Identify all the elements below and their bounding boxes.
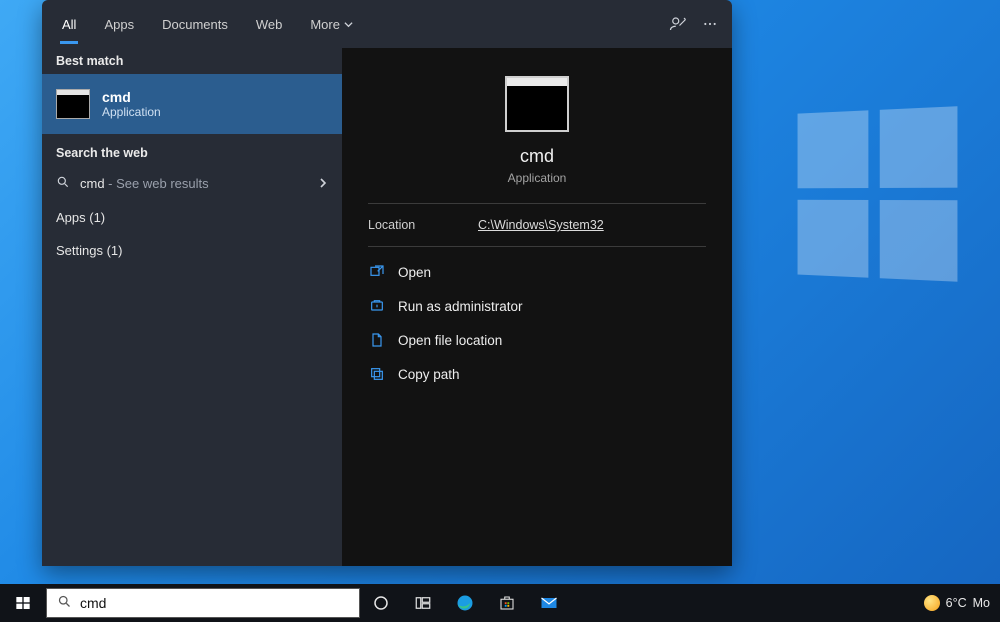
search-scope-tabs: All Apps Documents Web More (42, 0, 732, 48)
weather-sun-icon (924, 595, 940, 611)
action-copy-path[interactable]: Copy path (342, 357, 732, 391)
section-search-web: Search the web (42, 140, 342, 166)
taskbar-store-icon[interactable] (486, 584, 528, 622)
search-icon (56, 175, 70, 192)
taskbar: 6°C Mo (0, 584, 1000, 622)
app-subtitle: Application (342, 171, 732, 185)
taskbar-search-input[interactable] (80, 595, 349, 611)
action-run-as-admin[interactable]: Run as administrator (342, 289, 732, 323)
action-open-file-location-label: Open file location (398, 333, 502, 348)
desktop-windows-logo (798, 106, 960, 284)
location-label: Location (368, 218, 438, 232)
folder-icon (368, 331, 386, 349)
web-result-suffix: - See web results (105, 176, 209, 191)
location-value[interactable]: C:\Windows\System32 (478, 218, 604, 232)
more-options-icon[interactable] (694, 8, 726, 40)
windows-logo-icon (15, 595, 31, 611)
best-match-subtitle: Application (102, 105, 161, 119)
settings-group-row[interactable]: Settings (1) (42, 234, 342, 267)
start-search-flyout: All Apps Documents Web More Best match c… (42, 0, 732, 566)
taskbar-search-box[interactable] (46, 588, 360, 618)
search-icon (57, 594, 72, 612)
tab-more-label: More (310, 17, 340, 32)
action-open-file-location[interactable]: Open file location (342, 323, 732, 357)
best-match-title: cmd (102, 89, 161, 105)
settings-group-label: Settings (1) (56, 243, 122, 258)
taskbar-edge-icon[interactable] (444, 584, 486, 622)
apps-group-label: Apps (1) (56, 210, 105, 225)
chevron-down-icon (344, 17, 353, 32)
app-title: cmd (342, 146, 732, 167)
action-open-label: Open (398, 265, 431, 280)
taskbar-mail-icon[interactable] (528, 584, 570, 622)
action-copy-path-label: Copy path (398, 367, 460, 382)
weather-label: Mo (973, 596, 990, 610)
start-button[interactable] (0, 584, 46, 622)
weather-temp: 6°C (946, 596, 967, 610)
action-open[interactable]: Open (342, 255, 732, 289)
location-row: Location C:\Windows\System32 (342, 204, 732, 246)
copy-icon (368, 365, 386, 383)
web-result-row[interactable]: cmd - See web results (42, 166, 342, 201)
results-left-pane: Best match cmd Application Search the we… (42, 48, 342, 566)
web-result-query: cmd (80, 176, 105, 191)
task-view-button[interactable] (360, 584, 402, 622)
tab-apps[interactable]: Apps (90, 0, 148, 48)
taskbar-weather[interactable]: 6°C Mo (914, 595, 1000, 611)
taskbar-pinned-app-1[interactable] (402, 584, 444, 622)
cmd-icon (56, 89, 90, 119)
tab-all[interactable]: All (48, 0, 90, 48)
tab-documents[interactable]: Documents (148, 0, 242, 48)
action-run-as-admin-label: Run as administrator (398, 299, 523, 314)
best-match-result[interactable]: cmd Application (42, 74, 342, 134)
feedback-icon[interactable] (662, 8, 694, 40)
result-details-pane: cmd Application Location C:\Windows\Syst… (342, 48, 732, 566)
section-best-match: Best match (42, 48, 342, 74)
shield-icon (368, 297, 386, 315)
tab-web[interactable]: Web (242, 0, 297, 48)
tab-more[interactable]: More (296, 0, 367, 48)
open-icon (368, 263, 386, 281)
app-large-icon (505, 76, 569, 132)
chevron-right-icon (318, 176, 328, 191)
apps-group-row[interactable]: Apps (1) (42, 201, 342, 234)
